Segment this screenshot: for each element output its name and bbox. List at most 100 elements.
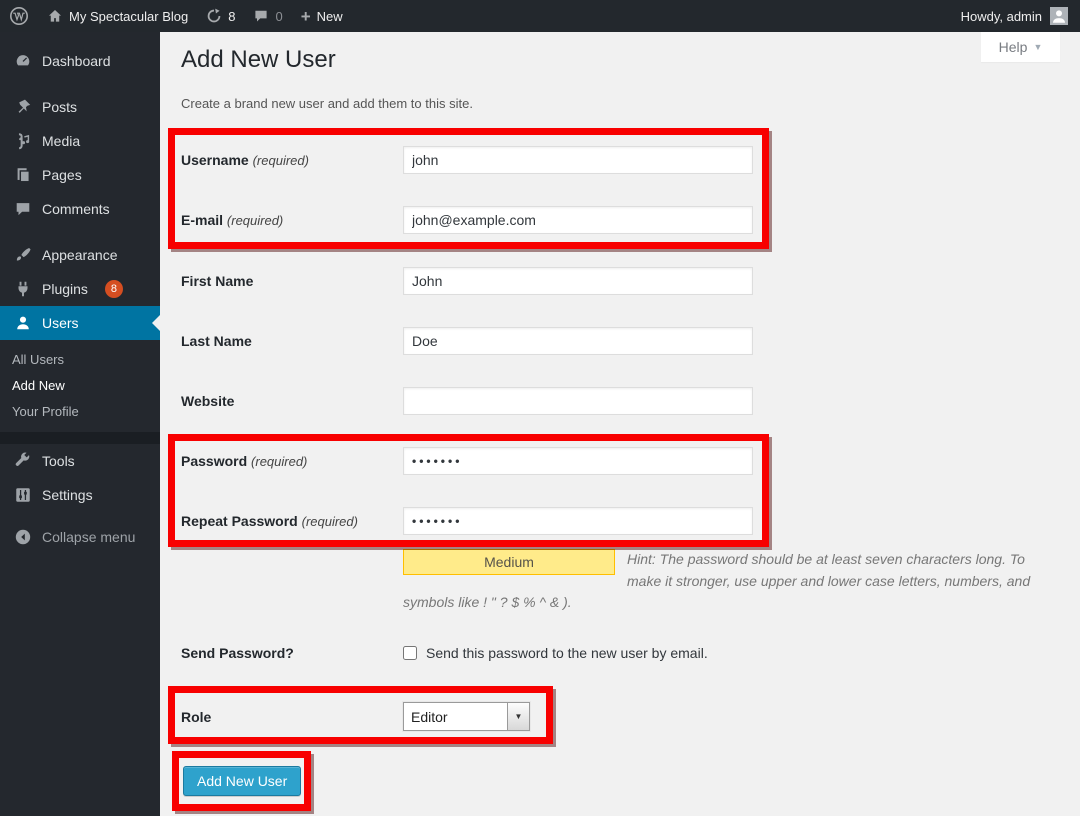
pushpin-icon [14,98,32,116]
password-input[interactable] [403,447,753,475]
sidebar-item-collapse-menu[interactable]: Collapse menu [0,520,160,554]
sidebar-item-label: Dashboard [42,53,111,69]
email-input[interactable] [403,206,753,234]
last-name-row: Last Name [181,327,753,355]
home-icon [47,8,63,24]
submenu-item-all-users[interactable]: All Users [0,346,160,372]
required-note: (required) [251,454,307,469]
comments-menu[interactable]: 0 [244,0,291,32]
new-content-menu[interactable]: + New [292,0,352,32]
help-label: Help [999,39,1028,55]
repeat-password-row: Repeat Password (required) [181,507,753,535]
password-row: Password (required) [181,447,753,475]
submenu-item-your-profile[interactable]: Your Profile [0,398,160,424]
submenu-item-add-new[interactable]: Add New [0,372,160,398]
wordpress-logo-icon [9,6,29,26]
wordpress-logo-icon[interactable] [0,0,38,32]
wordpress-admin-window: My Spectacular Blog 8 0 + New Howdy, adm… [0,0,1080,816]
update-icon [206,8,222,24]
required-note: (required) [253,153,309,168]
site-name: My Spectacular Blog [69,9,188,24]
sidebar-item-label: Comments [42,201,110,217]
admin-avatar[interactable] [1050,7,1068,25]
role-selected-value: Editor [404,709,507,725]
stacked-pages-icon [14,166,32,184]
page-intro: Create a brand new user and add them to … [181,96,473,111]
repeat-password-input[interactable] [403,507,753,535]
add-new-user-button[interactable]: Add New User [183,766,301,796]
send-password-checkbox[interactable] [403,646,417,660]
send-password-checkbox-label: Send this password to the new user by em… [426,645,708,661]
plus-icon: + [301,8,311,25]
required-note: (required) [302,514,358,529]
email-label: E-mail (required) [181,212,403,228]
users-submenu: All Users Add New Your Profile [0,340,160,432]
admin-bar: My Spectacular Blog 8 0 + New Howdy, adm… [0,0,1080,32]
collapse-arrow-icon [14,528,32,546]
sidebar-item-media[interactable]: Media [0,124,160,158]
admin-sidebar: Dashboard Posts Media Pages Comments [0,32,160,816]
sidebar-item-tools[interactable]: Tools [0,444,160,478]
sidebar-item-label: Posts [42,99,77,115]
password-strength-meter: Medium [403,549,615,575]
sidebar-item-pages[interactable]: Pages [0,158,160,192]
sidebar-item-settings[interactable]: Settings [0,478,160,512]
website-input[interactable] [403,387,753,415]
sidebar-item-label: Media [42,133,80,149]
page-title: Add New User [181,46,336,74]
sidebar-item-plugins[interactable]: Plugins 8 [0,272,160,306]
person-icon [14,314,32,332]
sidebar-item-comments[interactable]: Comments [0,192,160,226]
main-content: Help ▼ Add New User Create a brand new u… [160,32,1080,816]
password-strength-area: Medium Hint: The password should be at l… [403,549,1035,614]
media-note-icon [14,132,32,150]
sidebar-item-label: Users [42,315,79,331]
sidebar-item-label: Pages [42,167,82,183]
paintbrush-icon [14,246,32,264]
website-label: Website [181,393,403,409]
wrench-icon [14,452,32,470]
comment-bubble-icon [14,200,32,218]
first-name-input[interactable] [403,267,753,295]
sliders-icon [14,486,32,504]
site-menu[interactable]: My Spectacular Blog [38,0,197,32]
last-name-input[interactable] [403,327,753,355]
help-button[interactable]: Help ▼ [981,32,1060,62]
dashboard-gauge-icon [14,52,32,70]
sidebar-item-label: Settings [42,487,93,503]
email-row: E-mail (required) [181,206,753,234]
new-label: New [317,9,343,24]
dropdown-arrow-icon: ▼ [507,703,529,730]
comment-count: 0 [275,9,282,24]
password-label: Password (required) [181,453,403,469]
role-row: Role Editor ▼ [181,702,530,731]
active-menu-arrow [152,315,160,331]
chevron-down-icon: ▼ [1033,42,1042,52]
sidebar-item-label: Plugins [42,281,88,297]
sidebar-item-appearance[interactable]: Appearance [0,238,160,272]
sidebar-divider [0,432,160,444]
username-label: Username (required) [181,152,403,168]
first-name-row: First Name [181,267,753,295]
username-row: Username (required) [181,146,753,174]
last-name-label: Last Name [181,333,403,349]
website-row: Website [181,387,753,415]
update-count: 8 [228,9,235,24]
comment-bubble-icon [253,8,269,24]
role-select[interactable]: Editor ▼ [403,702,530,731]
plugin-update-badge: 8 [105,280,123,298]
role-label: Role [181,709,403,725]
updates-menu[interactable]: 8 [197,0,244,32]
sidebar-item-label: Collapse menu [42,529,135,545]
howdy-greeting[interactable]: Howdy, admin [961,9,1050,24]
sidebar-item-label: Tools [42,453,75,469]
send-password-label: Send Password? [181,645,403,661]
sidebar-item-label: Appearance [42,247,118,263]
sidebar-item-users[interactable]: Users [0,306,160,340]
required-note: (required) [227,213,283,228]
username-input[interactable] [403,146,753,174]
first-name-label: First Name [181,273,403,289]
sidebar-item-posts[interactable]: Posts [0,90,160,124]
sidebar-item-dashboard[interactable]: Dashboard [0,44,160,78]
send-password-row: Send Password? Send this password to the… [181,645,708,661]
